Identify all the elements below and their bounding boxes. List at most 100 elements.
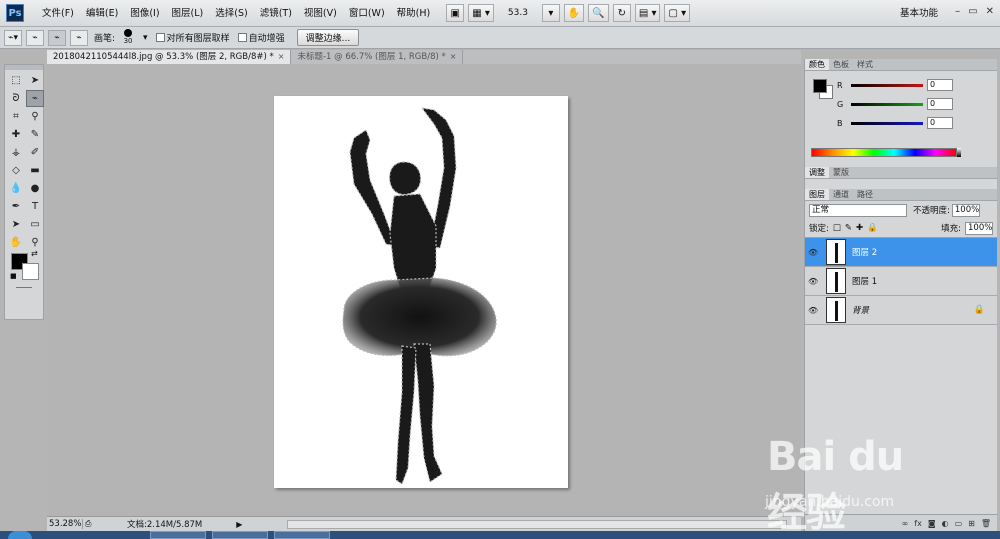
- layer-row[interactable]: 👁 背景 🔒: [805, 296, 997, 325]
- rotate-view-icon[interactable]: ↻: [612, 4, 631, 22]
- menu-help[interactable]: 帮助(H): [391, 0, 437, 27]
- zoom-dropdown[interactable]: ▾: [541, 4, 560, 22]
- fill-input[interactable]: 100%: [965, 221, 993, 235]
- new-layer-icon[interactable]: ⊞: [968, 519, 975, 528]
- taskbar-app-button[interactable]: [212, 531, 268, 539]
- restore-icon[interactable]: ▭: [968, 6, 977, 17]
- layer-row[interactable]: 👁 图层 2: [805, 238, 997, 267]
- menu-image[interactable]: 图像(I): [124, 0, 165, 27]
- add-to-selection-icon[interactable]: ⌁: [48, 29, 66, 46]
- sample-all-layers-checkbox[interactable]: 对所有图层取样: [155, 31, 230, 44]
- export-icon[interactable]: ⎙: [85, 519, 97, 529]
- menu-select[interactable]: 选择(S): [209, 0, 253, 27]
- taskbar-app-button[interactable]: [274, 531, 330, 539]
- status-zoom[interactable]: 53.28%: [47, 519, 83, 529]
- g-value-input[interactable]: 0: [927, 98, 953, 110]
- menu-file[interactable]: 文件(F): [36, 0, 80, 27]
- type-tool-icon[interactable]: T: [26, 198, 44, 215]
- eyedropper-tool-icon[interactable]: ⚲: [26, 108, 44, 125]
- tab-paths[interactable]: 路径: [853, 189, 877, 200]
- brush-tool-icon[interactable]: ✎: [26, 126, 44, 143]
- blend-mode-select[interactable]: 正常: [809, 203, 907, 217]
- dodge-tool-icon[interactable]: ●: [26, 180, 44, 197]
- background-color-swatch[interactable]: [22, 263, 39, 280]
- menu-edit[interactable]: 编辑(E): [80, 0, 124, 27]
- screen-mode-button[interactable]: ▢ ▾: [664, 4, 691, 22]
- visibility-eye-icon[interactable]: 👁: [808, 248, 822, 257]
- r-value-input[interactable]: 0: [927, 79, 953, 91]
- lock-transparent-icon[interactable]: □: [833, 223, 841, 233]
- auto-enhance-checkbox[interactable]: 自动增强: [237, 31, 285, 44]
- move-tool-icon[interactable]: ➤: [26, 72, 44, 89]
- visibility-eye-icon[interactable]: 👁: [808, 306, 822, 315]
- tab-styles[interactable]: 样式: [853, 59, 877, 70]
- quick-mask-toggle[interactable]: [16, 287, 32, 289]
- path-select-icon[interactable]: ➤: [7, 216, 25, 233]
- tab-masks[interactable]: 蒙版: [829, 167, 853, 178]
- history-brush-icon[interactable]: ✐: [26, 144, 44, 161]
- zoom-tool-icon[interactable]: 🔍: [588, 4, 609, 22]
- minimize-icon[interactable]: –: [955, 6, 960, 17]
- lock-image-icon[interactable]: ✎: [845, 223, 852, 233]
- crop-tool-icon[interactable]: ⌗: [7, 108, 25, 125]
- delete-layer-icon[interactable]: 🗑: [981, 519, 991, 528]
- horizontal-scrollbar[interactable]: [287, 520, 787, 529]
- gradient-tool-icon[interactable]: ▬: [26, 162, 44, 179]
- healing-brush-icon[interactable]: ✚: [7, 126, 25, 143]
- canvas-area[interactable]: [47, 64, 801, 516]
- b-slider[interactable]: [851, 121, 923, 125]
- visibility-eye-icon[interactable]: 👁: [808, 277, 822, 286]
- tab-color[interactable]: 颜色: [805, 59, 829, 70]
- new-group-icon[interactable]: ▭: [955, 519, 963, 528]
- close-icon[interactable]: ✕: [986, 6, 994, 17]
- g-slider[interactable]: [851, 102, 923, 106]
- subtract-selection-icon[interactable]: ⌁: [70, 29, 88, 46]
- color-spectrum[interactable]: [811, 148, 957, 157]
- color-panel-fg-swatch[interactable]: [813, 79, 827, 93]
- lock-all-icon[interactable]: 🔒: [867, 223, 878, 233]
- eraser-tool-icon[interactable]: ◇: [7, 162, 25, 179]
- tab-channels[interactable]: 通道: [829, 189, 853, 200]
- swap-colors-icon[interactable]: ⇄: [31, 249, 38, 258]
- marquee-tool-icon[interactable]: ⬚: [7, 72, 25, 89]
- status-menu-arrow-icon[interactable]: ▶: [236, 520, 242, 529]
- menu-layer[interactable]: 图层(L): [166, 0, 210, 27]
- tab-layers[interactable]: 图层: [805, 189, 829, 200]
- lock-position-icon[interactable]: ✚: [856, 223, 863, 233]
- clone-stamp-icon[interactable]: ⚶: [7, 144, 25, 161]
- b-value-input[interactable]: 0: [927, 117, 953, 129]
- layer-row[interactable]: 👁 图层 1: [805, 267, 997, 296]
- refine-edge-button[interactable]: 调整边缘...: [296, 29, 360, 46]
- menu-view[interactable]: 视图(V): [298, 0, 343, 27]
- close-tab-icon[interactable]: ×: [278, 50, 285, 64]
- document-canvas[interactable]: [274, 96, 568, 488]
- menu-filter[interactable]: 滤镜(T): [254, 0, 298, 27]
- default-colors-icon[interactable]: ■: [10, 272, 17, 280]
- bw-ramp[interactable]: [957, 148, 961, 157]
- pen-tool-icon[interactable]: ✒: [7, 198, 25, 215]
- taskbar-app-button[interactable]: [150, 531, 206, 539]
- r-slider[interactable]: [851, 83, 923, 87]
- workspace-switcher[interactable]: 基本功能: [900, 0, 938, 27]
- tab-ballerina-doc[interactable]: 20180421105444l8.jpg @ 53.3% (图层 2, RGB/…: [47, 50, 292, 64]
- tab-untitled-doc[interactable]: 未标题-1 @ 66.7% (图层 1, RGB/8) * ×: [291, 50, 464, 64]
- menu-window[interactable]: 窗口(W): [343, 0, 391, 27]
- tool-preset-icon[interactable]: ⌁▾: [4, 29, 22, 46]
- brush-dropdown-icon[interactable]: ▾: [143, 33, 148, 43]
- close-tab-icon[interactable]: ×: [450, 50, 457, 64]
- arrange-documents-button[interactable]: ▤ ▾: [634, 4, 661, 22]
- lasso-tool-icon[interactable]: ᘐ: [7, 90, 25, 107]
- zoom-level[interactable]: 53.3: [498, 8, 538, 18]
- bridge-button[interactable]: ▣: [446, 4, 465, 22]
- hand-tool-icon[interactable]: ✋: [563, 4, 585, 22]
- view-extras-button[interactable]: ▦ ▾: [468, 4, 494, 22]
- tab-adjustments[interactable]: 调整: [805, 167, 829, 178]
- shape-tool-icon[interactable]: ▭: [26, 216, 44, 233]
- quick-selection-tool-icon[interactable]: ⌁: [26, 90, 44, 107]
- hand-tool-icon[interactable]: ✋: [7, 234, 25, 251]
- brush-picker[interactable]: 30: [119, 28, 137, 47]
- blur-tool-icon[interactable]: 💧: [7, 180, 25, 197]
- start-button[interactable]: [8, 531, 32, 539]
- new-selection-icon[interactable]: ⌁: [26, 29, 44, 46]
- opacity-input[interactable]: 100%: [951, 203, 980, 217]
